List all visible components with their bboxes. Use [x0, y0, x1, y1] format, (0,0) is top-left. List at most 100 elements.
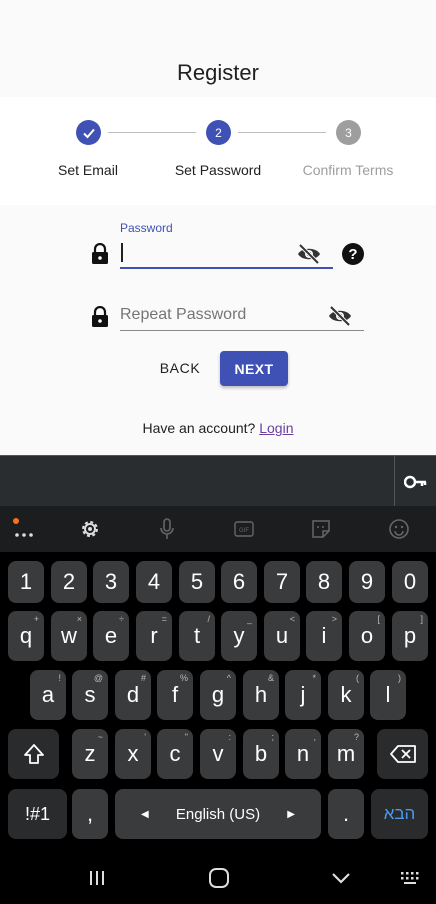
key-y[interactable]: _ y [221, 611, 257, 661]
key-t[interactable]: / t [179, 611, 215, 661]
have-account-text: Have an account? Login [0, 420, 436, 436]
key-q[interactable]: + q [8, 611, 44, 661]
key-h[interactable]: & h [243, 670, 279, 720]
key-w[interactable]: × w [51, 611, 87, 661]
key-alt: [ [377, 614, 380, 624]
visibility-off-icon[interactable] [297, 243, 321, 265]
key-1[interactable]: 1 [8, 561, 44, 603]
sticker-icon[interactable] [308, 516, 334, 542]
key-char: l [385, 682, 391, 707]
space-key[interactable]: ◀ English (US) ▶ [115, 789, 321, 839]
key-char: i [321, 623, 327, 648]
key-alt: " [184, 732, 188, 742]
key-alt: , [313, 732, 316, 742]
key-5[interactable]: 5 [179, 561, 215, 603]
period-key[interactable]: . [328, 789, 364, 839]
key-0[interactable]: 0 [392, 561, 428, 603]
key-k[interactable]: (k [328, 670, 364, 720]
password-label: Password [120, 221, 173, 235]
key-char: w [61, 623, 77, 648]
keyboard-switch-icon[interactable] [396, 866, 426, 890]
key-e[interactable]: ÷ e [93, 611, 129, 661]
symbols-key[interactable]: !#1 [8, 789, 67, 839]
key-d[interactable]: # d [115, 670, 151, 720]
key-r[interactable]: = r [136, 611, 172, 661]
step-1-label: Set Email [58, 162, 118, 178]
help-icon[interactable]: ? [342, 243, 364, 265]
key-8[interactable]: 8 [306, 561, 342, 603]
lock-icon [92, 243, 108, 264]
key-alt: ' [144, 732, 146, 742]
key-p[interactable]: ] p [392, 611, 428, 661]
key-char: g [211, 682, 225, 707]
settings-gear-icon[interactable] [77, 516, 103, 542]
home-icon[interactable] [204, 866, 234, 890]
key-3[interactable]: 3 [93, 561, 129, 603]
have-account-label: Have an account? [142, 420, 256, 436]
step-3-circle[interactable]: 3 [336, 120, 361, 145]
backspace-key[interactable] [377, 729, 428, 779]
gif-icon[interactable]: GIF [231, 516, 257, 542]
login-link[interactable]: Login [259, 420, 293, 436]
keyboard: 1 2 3 4 5 6 7 8 9 0 + q × w ÷ e = r / t _ y < u… [0, 552, 436, 852]
key-char: k [340, 682, 352, 707]
key-v[interactable]: :v [200, 729, 236, 779]
key-m[interactable]: ? m [328, 729, 364, 779]
visibility-off-icon[interactable] [328, 305, 352, 327]
chevron-down-icon[interactable] [326, 866, 356, 890]
key-z[interactable]: ~ z [72, 729, 108, 779]
key-o[interactable]: [o [349, 611, 385, 661]
key-alt: / [207, 614, 210, 624]
key-char: v [212, 741, 224, 766]
key-u[interactable]: < u [264, 611, 300, 661]
comma-key[interactable]: , [72, 789, 108, 839]
key-f[interactable]: % f [157, 670, 193, 720]
key-4[interactable]: 4 [136, 561, 172, 603]
space-right-arrow-icon: ▶ [287, 808, 295, 820]
key-char: d [126, 682, 140, 707]
key-j[interactable]: * j [285, 670, 321, 720]
key-c[interactable]: " c [157, 729, 193, 779]
key-7[interactable]: 7 [264, 561, 300, 603]
recent-apps-icon[interactable] [82, 866, 112, 890]
key-alt: * [312, 673, 316, 683]
register-screen: Register 2 3 Set Email Set Password Conf… [0, 0, 436, 455]
key-b[interactable]: ; b [243, 729, 279, 779]
key-char: y [233, 623, 245, 648]
text-caret [121, 243, 123, 262]
key-char: h [254, 682, 268, 707]
key-a[interactable]: ! a [30, 670, 66, 720]
key-alt: & [267, 673, 274, 683]
next-button[interactable]: NEXT [220, 351, 288, 386]
password-manager-key-icon[interactable] [394, 456, 436, 507]
step-2-circle[interactable]: 2 [206, 120, 231, 145]
key-alt: _ [246, 614, 252, 624]
key-n[interactable]: ,n [285, 729, 321, 779]
svg-text:GIF: GIF [239, 528, 249, 534]
key-6[interactable]: 6 [221, 561, 257, 603]
step-1-complete-icon[interactable] [76, 120, 101, 145]
key-g[interactable]: ^ g [200, 670, 236, 720]
microphone-icon[interactable] [154, 516, 180, 542]
key-l[interactable]: ) l [370, 670, 406, 720]
password-input[interactable] [120, 242, 290, 264]
key-char: n [296, 741, 310, 766]
shift-key[interactable] [8, 729, 59, 779]
key-2[interactable]: 2 [51, 561, 87, 603]
key-9[interactable]: 9 [349, 561, 385, 603]
repeat-password-placeholder[interactable]: Repeat Password [120, 306, 246, 324]
system-nav-bar [0, 852, 436, 904]
key-char: m [336, 741, 356, 766]
step-connector [238, 132, 326, 133]
emoji-icon[interactable] [386, 516, 412, 542]
key-i[interactable]: > i [306, 611, 342, 661]
key-alt: ; [271, 732, 274, 742]
more-options-icon[interactable] [12, 516, 38, 542]
back-button[interactable]: BACK [150, 353, 210, 383]
enter-key[interactable]: הבא [371, 789, 428, 839]
space-left-arrow-icon: ◀ [141, 808, 149, 820]
key-s[interactable]: @ s [72, 670, 108, 720]
key-alt: ÷ [119, 614, 124, 624]
key-alt: + [33, 614, 39, 624]
key-x[interactable]: ' x [115, 729, 151, 779]
